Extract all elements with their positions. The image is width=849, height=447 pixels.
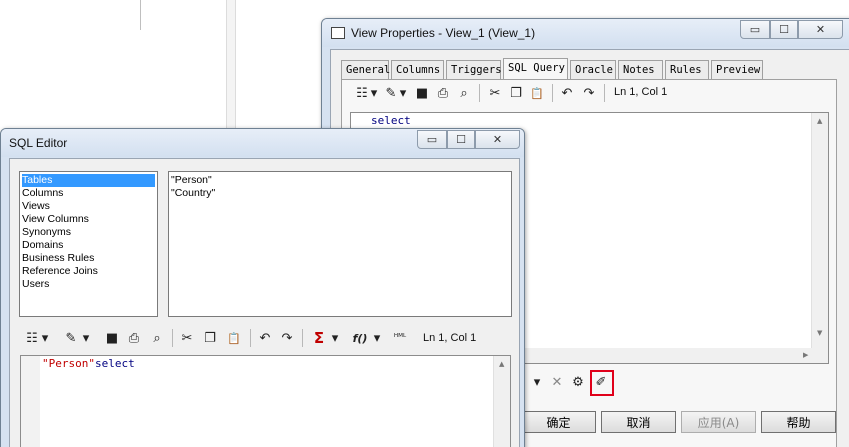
close-button[interactable]: ✕ [798, 20, 843, 39]
maximize-icon: ☐ [779, 23, 789, 36]
settings-icon[interactable]: ⚙ [569, 373, 587, 391]
redo-icon[interactable]: ↷ [278, 329, 296, 347]
sql-editor-titlebar[interactable]: SQL Editor ▭ ☐ ✕ [1, 129, 524, 157]
delete-icon[interactable]: ✕ [548, 373, 566, 391]
cursor-position: Ln 1, Col 1 [614, 86, 668, 98]
toolbar-separator [604, 84, 605, 102]
function-icon[interactable]: f() [349, 329, 371, 347]
list-item[interactable]: Users [22, 278, 49, 291]
background-divider [140, 0, 141, 30]
scroll-down-icon[interactable]: ▼ [817, 329, 822, 337]
window-icon [331, 27, 345, 39]
dropdown-icon[interactable]: ▾ [369, 84, 379, 102]
properties-icon[interactable]: ☷ [23, 329, 41, 347]
scroll-up-icon[interactable]: ▲ [499, 360, 504, 368]
toolbar-separator [302, 329, 303, 347]
toolbar-separator [172, 329, 173, 347]
save-icon[interactable]: ■ [103, 329, 121, 347]
tab-triggers[interactable]: Triggers [446, 60, 502, 79]
sql-code-editor[interactable]: "Person"select ▲ [20, 355, 511, 447]
print-icon[interactable]: ⎙ [125, 329, 143, 347]
sql-icon[interactable]: ᴴᴹᴸ [391, 329, 409, 347]
toolbar-separator [250, 329, 251, 347]
list-item[interactable]: Business Rules [22, 252, 94, 265]
scroll-up-icon[interactable]: ▲ [817, 117, 822, 125]
tab-strip: General Columns Triggers SQL Query Oracl… [341, 58, 849, 80]
save-icon[interactable]: ■ [413, 84, 431, 102]
cut-icon[interactable]: ✂ [178, 329, 196, 347]
view-properties-titlebar[interactable]: View Properties - View_1 (View_1) ▭ ☐ ✕ [322, 19, 849, 47]
tab-notes[interactable]: Notes [618, 60, 663, 79]
help-button[interactable]: 帮助 [761, 411, 836, 433]
tab-columns[interactable]: Columns [391, 60, 444, 79]
close-icon: ✕ [815, 23, 826, 36]
copy-icon[interactable]: ❐ [507, 84, 525, 102]
list-item[interactable]: Tables [22, 174, 155, 187]
list-item[interactable]: View Columns [22, 213, 89, 226]
maximize-icon: ☐ [456, 133, 466, 146]
dropdown-icon[interactable]: ▾ [40, 329, 50, 347]
copy-icon[interactable]: ❐ [201, 329, 219, 347]
paste-icon[interactable]: 📋 [225, 329, 243, 347]
redo-icon[interactable]: ↷ [580, 84, 598, 102]
toolbar-separator [552, 84, 553, 102]
list-item[interactable]: Columns [22, 187, 63, 200]
cut-icon[interactable]: ✂ [486, 84, 504, 102]
edit-icon[interactable]: ✎ [62, 329, 80, 347]
minimize-button[interactable]: ▭ [417, 130, 447, 149]
sql-editor-client: Tables Columns Views View Columns Synony… [9, 158, 520, 447]
tab-sql-query[interactable]: SQL Query [503, 58, 568, 80]
dropdown-icon[interactable]: ▾ [532, 373, 542, 391]
code-string: "Person" [42, 357, 95, 370]
print-icon[interactable]: ⎙ [434, 84, 452, 102]
list-item[interactable]: Synonyms [22, 226, 71, 239]
find-icon[interactable]: ⌕ [148, 329, 166, 347]
cancel-button[interactable]: 取消 [601, 411, 676, 433]
highlight-box [590, 370, 614, 396]
dropdown-icon[interactable]: ▾ [330, 329, 340, 347]
tab-rules[interactable]: Rules [665, 60, 709, 79]
sql-editor-title: SQL Editor [9, 136, 68, 150]
toolbar-separator [479, 84, 480, 102]
find-icon[interactable]: ⌕ [455, 84, 473, 102]
query-text: select [371, 114, 411, 127]
minimize-icon: ▭ [426, 133, 438, 146]
tab-preview[interactable]: Preview [711, 60, 763, 79]
maximize-button[interactable]: ☐ [447, 130, 475, 149]
code-line: "Person"select [42, 357, 135, 370]
sum-icon[interactable]: Σ [310, 329, 328, 347]
undo-icon[interactable]: ↶ [256, 329, 274, 347]
minimize-button[interactable]: ▭ [740, 20, 770, 39]
code-keyword: select [94, 357, 135, 370]
apply-button[interactable]: 应用(A) [681, 411, 756, 433]
close-button[interactable]: ✕ [475, 130, 520, 149]
close-icon: ✕ [492, 133, 503, 146]
dropdown-icon[interactable]: ▾ [398, 84, 408, 102]
vertical-scrollbar[interactable]: ▲ [493, 356, 510, 447]
list-item[interactable]: "Person" [171, 174, 212, 187]
list-item[interactable]: Views [22, 200, 50, 213]
tab-general[interactable]: General [341, 60, 390, 79]
maximize-button[interactable]: ☐ [770, 20, 798, 39]
scroll-right-icon[interactable]: ▶ [803, 351, 808, 359]
list-item[interactable]: "Country" [171, 187, 215, 200]
dropdown-icon[interactable]: ▾ [372, 329, 382, 347]
dropdown-icon[interactable]: ▾ [81, 329, 91, 347]
ok-button[interactable]: 确定 [521, 411, 596, 433]
object-list[interactable]: "Person" "Country" [168, 171, 512, 317]
cursor-position: Ln 1, Col 1 [423, 332, 477, 344]
paste-icon[interactable]: 📋 [528, 84, 546, 102]
tab-oracle[interactable]: Oracle [570, 60, 616, 79]
category-list[interactable]: Tables Columns Views View Columns Synony… [19, 171, 158, 317]
undo-icon[interactable]: ↶ [558, 84, 576, 102]
list-item[interactable]: Reference Joins [22, 265, 98, 278]
list-item[interactable]: Domains [22, 239, 63, 252]
view-properties-title: View Properties - View_1 (View_1) [351, 26, 536, 40]
sql-editor-window: SQL Editor ▭ ☐ ✕ Tables Columns Views Vi… [0, 128, 525, 447]
minimize-icon: ▭ [749, 23, 761, 36]
vertical-scrollbar[interactable]: ▲ ▼ [811, 113, 828, 363]
line-gutter [21, 356, 40, 447]
